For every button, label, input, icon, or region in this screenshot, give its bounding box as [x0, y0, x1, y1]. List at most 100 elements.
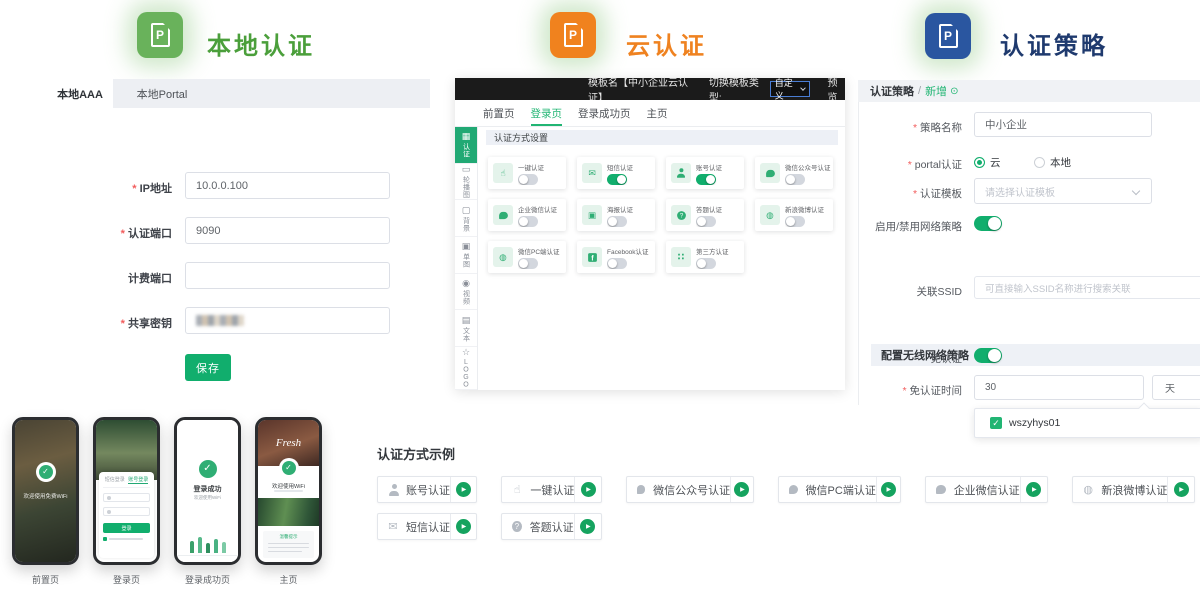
- free-auth-toggle[interactable]: [974, 348, 1002, 363]
- method-card-thirdparty: 第三方认证: [666, 241, 744, 273]
- sidebar-item-auth[interactable]: ▦认证: [455, 127, 477, 164]
- phone-login-success-page: ✓ 登录成功 欢迎使用WiFi 登录成功页: [174, 417, 241, 586]
- ip-address-label: IP地址: [12, 180, 172, 196]
- radio-icon: [974, 157, 985, 168]
- policy-form: 策略名称 中小企业 portal认证 云 本地 认证模板 请选择认证模板 启用/…: [858, 102, 1200, 405]
- ssid-search-input[interactable]: 可直接输入SSID名称进行搜索关联: [974, 276, 1200, 299]
- tab-local-aaa[interactable]: 本地AAA: [47, 79, 113, 108]
- free-auth-time-unit-select[interactable]: 天: [1152, 375, 1200, 400]
- example-one-click-auth[interactable]: 一键认证: [501, 476, 602, 503]
- template-topbar: 模板名【中小企业云认证】 切换模板类型: 自定义 预览: [455, 78, 845, 100]
- template-type-select[interactable]: 自定义: [770, 81, 810, 97]
- example-wechat-pc-auth[interactable]: 微信PC端认证: [778, 476, 901, 503]
- auth-port-input[interactable]: 9090: [185, 217, 390, 244]
- method-toggle[interactable]: [607, 216, 627, 227]
- tab-login-page[interactable]: 登录页: [531, 100, 563, 126]
- logo-check-icon: [36, 462, 56, 482]
- sidebar-item-carousel[interactable]: ▭轮播图: [455, 164, 477, 201]
- pre-page-screen: 欢迎使用免费WiFi: [15, 420, 76, 562]
- play-icon[interactable]: [1174, 482, 1189, 497]
- accounting-port-input[interactable]: [185, 262, 390, 289]
- breadcrumb-root[interactable]: 认证策略: [870, 83, 914, 99]
- free-auth-time-label: 免认证时间: [859, 383, 962, 398]
- phone-caption: 登录页: [113, 573, 140, 586]
- method-toggle[interactable]: [518, 258, 538, 269]
- auth-methods-section-title: 认证方式设置: [486, 130, 838, 145]
- success-subtitle: 欢迎使用WiFi: [177, 495, 238, 501]
- example-wechat-official-auth[interactable]: 微信公众号认证: [626, 476, 754, 503]
- sidebar-item-single-image[interactable]: ▣单图: [455, 237, 477, 274]
- tab-pre-page[interactable]: 前置页: [483, 100, 515, 126]
- login-page-screen: 短信登录 账号登录 登录: [96, 420, 157, 562]
- home-welcome-text: 欢迎使用WiFi: [258, 482, 319, 490]
- method-card-wecom: 企业微信认证: [488, 199, 566, 231]
- example-wecom-auth[interactable]: 企业微信认证: [925, 476, 1048, 503]
- local-auth-title: 本地认证: [207, 26, 315, 61]
- play-icon[interactable]: [456, 519, 471, 534]
- thirdparty-icon: [671, 247, 691, 267]
- example-account-auth[interactable]: 账号认证: [377, 476, 477, 503]
- free-auth-time-input[interactable]: 30: [974, 375, 1144, 400]
- mail-icon: [582, 163, 602, 183]
- single-image-icon: ▣: [462, 241, 471, 252]
- method-toggle[interactable]: [607, 258, 627, 269]
- play-icon[interactable]: [1026, 482, 1041, 497]
- play-icon[interactable]: [456, 482, 471, 497]
- auth-template-select[interactable]: 请选择认证模板: [974, 178, 1152, 204]
- save-button[interactable]: 保存: [185, 354, 231, 381]
- tab-local-portal[interactable]: 本地Portal: [113, 79, 211, 108]
- method-toggle[interactable]: [518, 174, 538, 185]
- accounting-port-label: 计费端口: [12, 270, 172, 286]
- radio-icon: [1034, 157, 1045, 168]
- play-icon[interactable]: [580, 519, 595, 534]
- method-card-account: 账号认证: [666, 157, 744, 189]
- method-toggle[interactable]: [696, 258, 716, 269]
- phone-previews: 欢迎使用免费WiFi 前置页 短信登录 账号登录 登录: [12, 417, 322, 586]
- method-toggle[interactable]: [785, 174, 805, 185]
- checkbox-checked-icon[interactable]: [990, 417, 1002, 429]
- ssid-option[interactable]: wszyhys01: [1009, 417, 1060, 429]
- notice-box: 温馨提示: [263, 531, 314, 558]
- example-sms-auth[interactable]: 短信认证: [377, 513, 477, 540]
- tab-home-page[interactable]: 主页: [647, 100, 668, 126]
- method-toggle[interactable]: [696, 216, 716, 227]
- sidebar-item-text[interactable]: ▤文本: [455, 310, 477, 347]
- user-icon: [671, 163, 691, 183]
- radio-local[interactable]: 本地: [1034, 155, 1071, 170]
- cloud-auth-title: 云认证: [626, 26, 707, 61]
- examples-row-2: 短信认证 答题认证: [377, 513, 1195, 540]
- examples-row-1: 账号认证 一键认证 微信公众号认证 微信PC端认证 企业微信认证 新浪微博认证: [377, 476, 1195, 503]
- play-icon[interactable]: [734, 482, 749, 497]
- breadcrumb-current: 新增: [925, 83, 947, 99]
- method-toggle[interactable]: [518, 216, 538, 227]
- example-quiz-auth[interactable]: 答题认证: [501, 513, 602, 540]
- quiz-icon: [671, 205, 691, 225]
- method-card-poster: 海报认证: [577, 199, 655, 231]
- tab-account-login: 账号登录: [128, 476, 148, 484]
- example-weibo-auth[interactable]: 新浪微博认证: [1072, 476, 1195, 503]
- auth-examples-section: 认证方式示例 账号认证 一键认证 微信公众号认证 微信PC端认证 企业微信认证: [377, 444, 1195, 540]
- examples-title: 认证方式示例: [377, 444, 1195, 463]
- poster-icon: [582, 205, 602, 225]
- method-toggle[interactable]: [696, 174, 716, 185]
- sidebar-item-background[interactable]: ▢背景: [455, 200, 477, 237]
- notice-title: 温馨提示: [263, 534, 314, 540]
- enable-network-policy-toggle[interactable]: [974, 216, 1002, 231]
- auth-methods-grid: 一键认证 短信认证 账号认证 微信公众号认证 企业微信认证 海报认证: [488, 157, 833, 273]
- enable-network-policy-label: 启用/禁用网络策略: [859, 219, 962, 234]
- method-toggle[interactable]: [785, 216, 805, 227]
- play-icon[interactable]: [581, 482, 596, 497]
- sidebar-item-logo[interactable]: ☆LOGO: [455, 347, 477, 390]
- method-card-wechat-official: 微信公众号认证: [755, 157, 833, 189]
- ip-address-input[interactable]: 10.0.0.100: [185, 172, 390, 199]
- policy-name-input[interactable]: 中小企业: [974, 112, 1152, 137]
- ssid-dropdown: wszyhys01: [974, 408, 1200, 438]
- play-icon[interactable]: [881, 482, 896, 497]
- background-icon: ▢: [462, 205, 471, 216]
- radio-cloud[interactable]: 云: [974, 155, 1001, 170]
- policy-panel: 认证策略 / 新增 ⊙ 策略名称 中小企业 portal认证 云 本地 认证模板…: [855, 0, 1200, 420]
- method-toggle[interactable]: [607, 174, 627, 185]
- shared-key-input[interactable]: [185, 307, 390, 334]
- tab-login-success-page[interactable]: 登录成功页: [578, 100, 631, 126]
- sidebar-item-video[interactable]: ◉视频: [455, 274, 477, 311]
